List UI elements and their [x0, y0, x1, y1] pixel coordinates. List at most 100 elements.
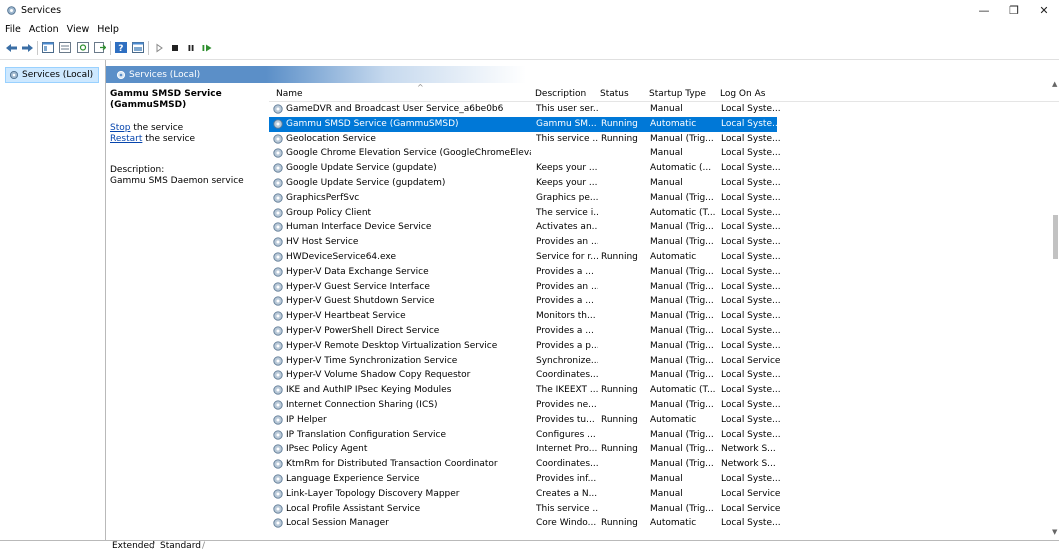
- service-gear-icon: [272, 221, 284, 233]
- stop-service-icon[interactable]: [168, 41, 182, 54]
- scroll-up-icon[interactable]: ▲: [1052, 80, 1057, 88]
- cell-log-on-as: Local Syste...: [721, 370, 781, 381]
- menu-action[interactable]: Action: [25, 22, 63, 37]
- table-row[interactable]: Human Interface Device Service Activates …: [269, 220, 1059, 235]
- table-row[interactable]: IPsec Policy Agent Internet Pro... Running…: [269, 442, 1059, 457]
- column-header-log-on-as[interactable]: Log On As: [720, 89, 765, 99]
- console-view-icon[interactable]: [131, 41, 145, 54]
- menu-help[interactable]: Help: [93, 22, 123, 37]
- table-row[interactable]: IP Translation Configuration Service Conf…: [269, 428, 1059, 443]
- table-row[interactable]: Hyper-V Heartbeat Service Monitors th... M…: [269, 309, 1059, 324]
- table-row[interactable]: Google Update Service (gupdate) Keeps you…: [269, 161, 1059, 176]
- table-row[interactable]: HWDeviceService64.exe Service for r... Run…: [269, 250, 1059, 265]
- cell-description: Core Windo...: [536, 518, 597, 529]
- properties-sheet-icon[interactable]: [58, 41, 72, 54]
- table-row[interactable]: Internet Connection Sharing (ICS) Provide…: [269, 398, 1059, 413]
- table-row[interactable]: Local Profile Assistant Service This serv…: [269, 502, 1059, 517]
- pane-header-title: Services (Local): [129, 69, 201, 80]
- table-row[interactable]: IP Helper Provides tu... Running Automatic L…: [269, 413, 1059, 428]
- table-row[interactable]: GraphicsPerfSvc Graphics pe... Manual (Tri…: [269, 191, 1059, 206]
- restart-service-link[interactable]: Restart: [110, 134, 142, 144]
- table-row[interactable]: Gammu SMSD Service (GammuSMSD) Gammu SM..…: [269, 116, 781, 132]
- service-gear-icon: [272, 414, 284, 426]
- menu-file[interactable]: File: [0, 22, 25, 37]
- service-gear-icon: [272, 517, 284, 529]
- close-button[interactable]: ✕: [1029, 0, 1059, 22]
- table-row[interactable]: Local Session Manager Core Windo... Runnin…: [269, 516, 1059, 531]
- cell-log-on-as: Local Syste...: [721, 311, 781, 322]
- table-row[interactable]: Hyper-V Volume Shadow Copy Requestor Coor…: [269, 368, 1059, 383]
- cell-name: IP Translation Configuration Service: [286, 429, 447, 440]
- table-row[interactable]: Hyper-V Guest Shutdown Service Provides a…: [269, 294, 1059, 309]
- cell-name: Hyper-V Remote Desktop Virtualization Se…: [286, 340, 498, 351]
- refresh-icon[interactable]: [76, 41, 90, 54]
- cell-log-on-as: Local Syste...: [721, 237, 781, 248]
- cell-startup-type: Manual (Trig...: [650, 503, 714, 514]
- column-header-status[interactable]: Status: [600, 89, 629, 99]
- cell-status: Running: [601, 414, 638, 425]
- view-tabs: Extended / Standard /: [0, 540, 1059, 551]
- table-row[interactable]: Hyper-V Guest Service Interface Provides …: [269, 280, 1059, 295]
- table-row[interactable]: Google Chrome Elevation Service (GoogleC…: [269, 146, 1059, 161]
- column-header-description[interactable]: Description: [535, 89, 586, 99]
- cell-log-on-as: Local Syste...: [721, 192, 781, 203]
- table-row[interactable]: Language Experience Service Provides inf.…: [269, 472, 1059, 487]
- cell-description: Synchronize...: [536, 355, 598, 366]
- cell-status: Running: [601, 118, 638, 129]
- cell-log-on-as: Local Syste...: [721, 385, 781, 396]
- services-gear-icon: [9, 70, 19, 80]
- cell-name: GameDVR and Broadcast User Service_a6be0…: [286, 104, 504, 114]
- table-row[interactable]: Geolocation Service This service ... Runni…: [269, 132, 1059, 147]
- vertical-scrollbar[interactable]: [1052, 80, 1059, 540]
- maximize-button[interactable]: ❐: [999, 0, 1029, 22]
- cell-description: Activates an...: [536, 222, 598, 233]
- cell-name: Hyper-V Data Exchange Service: [286, 266, 429, 277]
- show-hide-tree-icon[interactable]: [41, 41, 55, 54]
- table-row[interactable]: IKE and AuthIP IPsec Keying Modules The I…: [269, 383, 1059, 398]
- cell-startup-type: Manual (Trig...: [650, 444, 714, 455]
- table-row[interactable]: Hyper-V PowerShell Direct Service Provide…: [269, 324, 1059, 339]
- service-gear-icon: [272, 503, 284, 515]
- table-row[interactable]: KtmRm for Distributed Transaction Coordi…: [269, 457, 1059, 472]
- table-row[interactable]: Hyper-V Time Synchronization Service Sync…: [269, 354, 1059, 369]
- menu-view[interactable]: View: [63, 22, 94, 37]
- table-row[interactable]: Hyper-V Remote Desktop Virtualization Se…: [269, 339, 1059, 354]
- service-gear-icon: [272, 488, 284, 500]
- scrollbar-thumb[interactable]: [1053, 215, 1058, 259]
- table-row[interactable]: Group Policy Client The service i... Autom…: [269, 206, 1059, 221]
- restart-service-icon[interactable]: [200, 41, 214, 54]
- forward-arrow-icon[interactable]: [20, 41, 34, 54]
- stop-service-link[interactable]: Stop: [110, 123, 130, 133]
- column-header-name[interactable]: Name: [276, 89, 303, 99]
- cell-log-on-as: Local Syste...: [721, 325, 781, 336]
- cell-log-on-as: Network S...: [721, 459, 776, 470]
- cell-description: Configures ...: [536, 429, 596, 440]
- table-row[interactable]: GameDVR and Broadcast User Service_a6be0…: [269, 102, 1059, 117]
- column-header-startup-type[interactable]: Startup Type: [649, 89, 706, 99]
- cell-log-on-as: Local Syste...: [721, 296, 781, 307]
- table-row[interactable]: Hyper-V Data Exchange Service Provides a …: [269, 265, 1059, 280]
- help-icon[interactable]: ?: [114, 41, 128, 54]
- cell-name: Hyper-V Time Synchronization Service: [286, 355, 458, 366]
- pause-service-icon[interactable]: [184, 41, 198, 54]
- table-row[interactable]: Link-Layer Topology Discovery Mapper Crea…: [269, 487, 1059, 502]
- table-row[interactable]: HV Host Service Provides an ... Manual (Tr…: [269, 235, 1059, 250]
- export-list-icon[interactable]: [93, 41, 107, 54]
- cell-description: Internet Pro...: [536, 444, 598, 455]
- start-service-icon[interactable]: [152, 41, 166, 54]
- cell-description: Provides an ...: [536, 281, 598, 292]
- cell-log-on-as: Local Syste...: [721, 148, 781, 159]
- cell-log-on-as: Local Syste...: [721, 399, 781, 410]
- tree-node-services-local[interactable]: Services (Local): [5, 67, 99, 83]
- cell-startup-type: Manual (Trig...: [650, 237, 714, 248]
- cell-description: Creates a N...: [536, 488, 598, 499]
- cell-name: Gammu SMSD Service (GammuSMSD): [286, 118, 459, 129]
- cell-description: Provides inf...: [536, 473, 597, 484]
- scroll-down-icon[interactable]: ▼: [1052, 528, 1057, 536]
- toolbar: ?: [0, 37, 1059, 60]
- table-row[interactable]: Google Update Service (gupdatem) Keeps yo…: [269, 176, 1059, 191]
- services-list[interactable]: ^ Name Description Status Startup Type L…: [269, 83, 1059, 531]
- services-gear-icon: [7, 6, 16, 15]
- minimize-button[interactable]: —: [969, 0, 999, 22]
- back-arrow-icon[interactable]: [4, 41, 18, 54]
